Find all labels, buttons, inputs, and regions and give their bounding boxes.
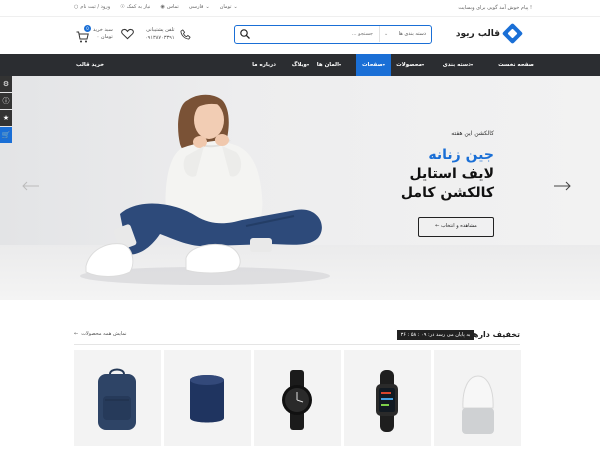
chevron-down-icon: ⌄ (233, 4, 238, 10)
cart-button[interactable]: 0 سبد خرید ۰ تومان (76, 25, 113, 43)
search-bar: ⌄ دسته بندی ها (234, 25, 432, 44)
bluetooth-speaker-image (190, 375, 224, 423)
chevron-down-icon: ⌄ (205, 4, 210, 10)
cart-label: سبد خرید (93, 27, 113, 33)
buy-theme-link[interactable]: خرید قالب (76, 54, 104, 76)
currency-select[interactable]: تومان ⌄ (220, 4, 238, 10)
deals-divider (74, 344, 520, 345)
main-nav: صفحه نخست دسته بندی▾ محصولات▾ صفحات▾ الم… (0, 54, 600, 76)
nav-item-products[interactable]: محصولات▾ (396, 54, 426, 76)
hero-model-image (80, 94, 330, 285)
hero-headline-2: لایف استایل (409, 166, 494, 182)
floating-sidebar: ⚙ ⓘ ★ 🛒 (0, 76, 12, 144)
product-card[interactable] (164, 350, 251, 446)
hero-cta-button[interactable]: ← مشاهده و انتخاب (418, 217, 494, 237)
chevron-down-icon: ▾ (421, 62, 424, 67)
star-icon[interactable]: ★ (0, 110, 12, 126)
logo-mark-icon (501, 22, 524, 45)
chevron-down-icon: ▾ (470, 62, 473, 67)
nav-item-blog[interactable]: وبلاگ▾ (292, 54, 311, 76)
see-all-products-link[interactable]: ← نمایش همه محصولات (74, 331, 127, 337)
location-icon: ◉ (160, 4, 165, 10)
phone-icon (180, 28, 191, 40)
site-logo[interactable]: قالب ریود (455, 22, 524, 45)
chevron-down-icon: ▾ (382, 62, 385, 67)
deals-title: تخفیف دارها (469, 330, 520, 339)
product-card[interactable] (254, 350, 341, 446)
help-link[interactable]: ☉ نیاز به کمک (120, 4, 150, 10)
welcome-message: پیام خوش آمد گویی برای وبسایت ! (458, 5, 532, 11)
login-link[interactable]: ○ ورود / ثبت نام (74, 4, 110, 10)
slider-prev-arrow-icon[interactable] (22, 181, 40, 191)
fitness-band-image (376, 370, 398, 432)
hero-headline-3: کالکشن کامل (400, 185, 494, 201)
nav-item-pages[interactable]: صفحات▾ (356, 54, 391, 76)
search-category-select[interactable]: ⌄ دسته بندی ها (379, 26, 431, 42)
settings-gear-icon[interactable]: ⚙ (0, 76, 12, 92)
nav-item-elements[interactable]: المان ها▾ (317, 54, 343, 76)
support-phone: تلفن پشتیبانی ۰۹۱۳۸۷۰۳۳۹۱ (145, 26, 191, 42)
info-icon[interactable]: ⓘ (0, 93, 12, 109)
hero-kicker: کالکشن این هفته (451, 130, 494, 137)
hero-slider (0, 76, 600, 300)
product-card[interactable] (344, 350, 431, 446)
slider-next-arrow-icon[interactable] (553, 181, 571, 191)
hero-caption: کالکشن این هفته جین زنانه لایف استایل کا… (401, 130, 494, 203)
support-phone-number: ۰۹۱۳۸۷۰۳۳۹۱ (145, 35, 175, 41)
chevron-down-icon: ▾ (306, 62, 309, 67)
cart-sidebar-icon[interactable]: 🛒 (0, 127, 12, 143)
top-bar: پیام خوش آمد گویی برای وبسایت ! ○ ورود / … (0, 0, 600, 16)
wrist-watch-image (282, 370, 312, 430)
help-icon: ☉ (120, 4, 125, 10)
cart-count-badge: 0 (84, 25, 91, 32)
chevron-down-icon: ⌄ (384, 31, 389, 37)
backpack-image (98, 368, 136, 430)
support-phone-label: تلفن پشتیبانی (146, 27, 175, 33)
search-input[interactable] (255, 28, 375, 40)
hero-headline-1: جین زنانه (428, 147, 494, 163)
chevron-down-icon: ▾ (338, 62, 341, 67)
nav-item-home[interactable]: صفحه نخست (498, 54, 534, 76)
product-card[interactable] (434, 350, 521, 446)
product-card[interactable] (74, 350, 161, 446)
cart-amount: ۰ تومان (96, 34, 113, 40)
smart-speaker-image (462, 375, 494, 434)
arrow-left-icon: ← (74, 331, 79, 337)
wishlist-heart-icon[interactable] (121, 28, 134, 40)
logo-text: قالب ریود (455, 28, 500, 39)
deals-countdown-timer: به پایان می رسد در: ۰۹ : ۵۸ : ۳۶ (397, 330, 474, 340)
search-icon[interactable] (239, 28, 251, 40)
top-links: ○ ورود / ثبت نام ☉ نیاز به کمک ◉ تماس فارسی… (74, 4, 238, 10)
top-bar-divider (0, 16, 600, 17)
contact-link[interactable]: ◉ تماس (160, 4, 178, 10)
language-select[interactable]: فارسی ⌄ (189, 4, 210, 10)
arrow-left-icon: ← (435, 223, 440, 229)
user-icon: ○ (74, 4, 79, 10)
nav-item-about[interactable]: درباره ما (252, 54, 276, 76)
nav-item-categories[interactable]: دسته بندی▾ (443, 54, 475, 76)
shopping-cart-icon (76, 31, 89, 43)
